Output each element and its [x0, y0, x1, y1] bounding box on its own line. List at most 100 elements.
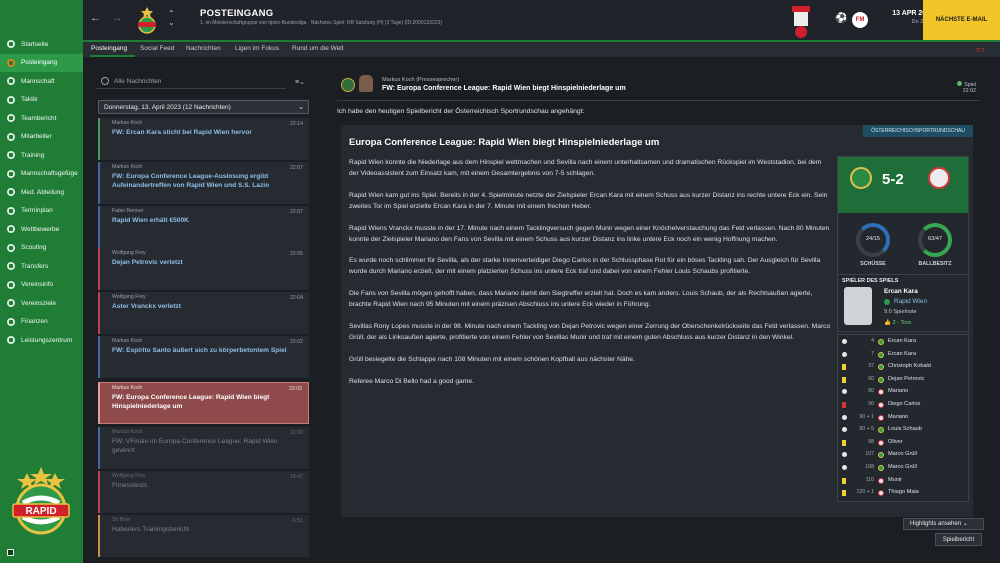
date-group-dropdown[interactable]: Donnerstag, 13. April 2023 (12 Nachricht…: [98, 100, 309, 114]
event-player[interactable]: Marco Grüll: [888, 451, 917, 457]
nav-icon: [7, 169, 15, 178]
sidebar-item-finanzen[interactable]: Finanzen: [0, 313, 83, 332]
fm-badge-icon[interactable]: FM: [852, 12, 868, 28]
sidebar-item-training[interactable]: Training: [0, 146, 83, 165]
club-logo-text: RAPID: [25, 506, 56, 517]
sidebar-item-taktik[interactable]: Taktik: [0, 91, 83, 110]
team-crest-icon: [878, 339, 884, 345]
sidebar-item-terminplan[interactable]: Terminplan: [0, 202, 83, 221]
man-of-the-match[interactable]: SPIELER DES SPIELS Ercan Kara Rapid Wien…: [837, 274, 969, 332]
message-list-item[interactable]: Markus Koch 22:07 FW: Europa Conference Le…: [98, 162, 309, 204]
event-player[interactable]: Diego Carlos: [888, 401, 920, 407]
motm-goals-label: 2 - Tore: [892, 320, 912, 326]
message-list-item[interactable]: Wolfgang Frey 19:47 Fitnesstests: [98, 471, 309, 513]
event-player[interactable]: Mariano: [888, 388, 908, 394]
forward-arrow-icon[interactable]: →: [112, 12, 123, 24]
nav-icon: [7, 58, 15, 67]
tab-ligen-im-fokus[interactable]: Ligen im Fokus: [235, 45, 279, 52]
message-subject: FW: Europa Conference League-Auslosung e…: [112, 173, 270, 189]
sidebar-item-teambericht[interactable]: Teambericht: [0, 109, 83, 128]
filter-icon[interactable]: ≡⌄: [295, 78, 305, 86]
team-crest-icon: [878, 414, 884, 421]
event-minute: 108: [865, 464, 874, 470]
sidebar-item-label: Posteingang: [21, 59, 58, 67]
message-list-item[interactable]: Wolfgang Frey 22:04 Aster Vranckx verletzt: [98, 292, 309, 334]
tab-posteingang[interactable]: Posteingang: [91, 45, 127, 52]
message-sender: Markus Koch: [112, 429, 143, 435]
team-crest-icon: [878, 364, 884, 371]
match-report-button[interactable]: Spielbericht: [935, 533, 982, 546]
event-player[interactable]: Ercan Kara: [888, 351, 916, 357]
next-email-button[interactable]: NÄCHSTE E-MAIL: [923, 0, 1000, 40]
message-subject: Rapid Wien erhält €500K: [112, 217, 189, 224]
event-player[interactable]: Christoph Kobald: [888, 363, 931, 369]
event-player[interactable]: Mariano: [888, 414, 908, 420]
sidebar-item-startseite[interactable]: Startseite: [0, 35, 83, 54]
sidebar-item-wettbewerbe[interactable]: Wettbewerbe: [0, 220, 83, 239]
highlights-dropdown[interactable]: Highlights ansehen ⌄: [903, 518, 984, 530]
sidebar-item-label: Taktik: [21, 96, 38, 104]
event-player[interactable]: Ercan Kara: [888, 338, 916, 344]
event-player[interactable]: Marco Grüll: [888, 464, 917, 470]
settings-icon[interactable]: [7, 549, 14, 556]
sidebar-item-label: Startseite: [21, 40, 49, 48]
message-list-item[interactable]: Markus Koch 22:14 FW: Ercan Kara sticht be…: [98, 118, 309, 160]
sidebar-item-mitarbeiter[interactable]: Mitarbeiter: [0, 128, 83, 147]
sidebar-item-posteingang[interactable]: Posteingang: [0, 53, 83, 72]
message-list-item[interactable]: Markus Koch 22:02 FW: VFinale im Europa Co…: [98, 427, 309, 469]
message-sender: Sir Boei: [112, 517, 131, 523]
back-arrow-icon[interactable]: ←: [90, 12, 101, 24]
sidebar-item-label: Med. Abteilung: [21, 188, 65, 196]
sidebar-item-transfers[interactable]: Transfers: [0, 257, 83, 276]
chevron-down-icon: ⌄: [298, 104, 304, 111]
sidebar-item-label: Mannschaftsgefüge: [21, 170, 78, 178]
message-list-item[interactable]: Fabio Renner 22:07 Rapid Wien erhält €500K: [98, 206, 309, 248]
sidebar-item-med-abteilung[interactable]: Med. Abteilung: [0, 183, 83, 202]
message-sender: Markus Koch: [112, 338, 143, 344]
tab-rund-um-die-welt[interactable]: Rund um die Welt: [292, 45, 344, 52]
sidebar-item-mannschaftsgefüge[interactable]: Mannschaftsgefüge: [0, 165, 83, 184]
ball-icon[interactable]: ⚽: [835, 13, 847, 24]
sidebar-item-vereinsziele[interactable]: Vereinsziele: [0, 294, 83, 313]
goal-icon: [842, 351, 847, 357]
message-meta: Spiel 22:02: [957, 81, 976, 94]
team-crest-icon: [878, 439, 884, 446]
sidebar-item-mannschaft[interactable]: Mannschaft: [0, 72, 83, 91]
event-player[interactable]: Thiago Maia: [888, 489, 919, 495]
sidebar-item-scouting[interactable]: Scouting: [0, 239, 83, 258]
score-header: 5-2: [838, 157, 968, 213]
team-crest-icon: [878, 477, 884, 484]
tab-nachrichten[interactable]: Nachrichten: [186, 45, 221, 52]
event-minute: 80: [868, 388, 874, 395]
message-subject: FW: Europa Conference League: Rapid Wien…: [382, 85, 626, 92]
alert-icon[interactable]: ▭: [976, 44, 985, 55]
event-minute: 37: [868, 363, 874, 370]
nav-icon: [7, 114, 15, 123]
event-player[interactable]: Munir: [888, 477, 902, 483]
article-paragraph: Es wurde noch schlimmer für Sevilla, als…: [349, 257, 821, 276]
search-input[interactable]: Alle Nachrichten: [96, 75, 286, 89]
message-time: 22:07: [290, 165, 303, 171]
goal-icon: [842, 465, 847, 470]
yellow-card-icon: [842, 376, 846, 383]
tab-social-feed[interactable]: Social Feed: [140, 45, 174, 52]
sidebar-item-label: Wettbewerbe: [21, 225, 60, 233]
nav-icon: [7, 243, 15, 252]
match-events: 4 Ercan Kara 7 Ercan Kara 37 Christoph Kobald…: [837, 334, 969, 502]
sidebar-item-vereinsinfo[interactable]: Vereinsinfo: [0, 276, 83, 295]
sidebar-item-leistungszentrum[interactable]: Leistungszentrum: [0, 331, 83, 350]
message-time: 22:02: [290, 430, 303, 436]
message-list-item[interactable]: Wolfgang Frey 22:05 Dejan Petrovic verletz…: [98, 248, 309, 290]
chevron-updown-icon[interactable]: ⌃ ⌄: [168, 9, 175, 27]
event-player[interactable]: Oliver: [888, 439, 903, 445]
message-list-item[interactable]: Markus Koch 22:02 FW: Europa Conference Le…: [98, 382, 309, 424]
message-list-item[interactable]: Sir Boei 6:51 Haberlers Trainingsbericht: [98, 515, 309, 557]
event-minute: 107: [865, 451, 874, 458]
team-crest-icon: [878, 389, 884, 396]
message-sender[interactable]: Markus Koch (Pressesprecher): [382, 77, 459, 83]
event-player[interactable]: Dejan Petrovic: [888, 376, 924, 382]
message-list-item[interactable]: Markus Koch 22:02 FW: Espírito Santo äußer…: [98, 336, 309, 378]
event-player[interactable]: Louis Schaub: [888, 426, 922, 432]
team-crest-icon: [878, 427, 884, 434]
red-card-icon: [842, 402, 846, 408]
